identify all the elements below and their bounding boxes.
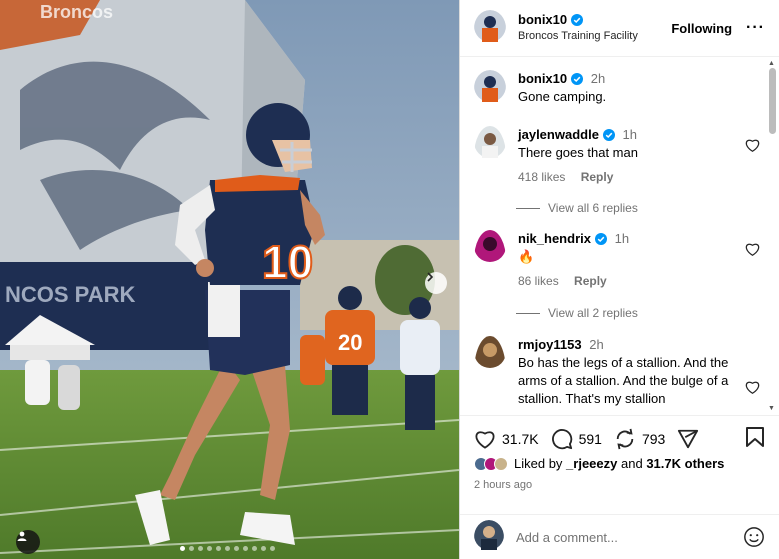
user-tag-button[interactable] — [16, 530, 40, 554]
photo-scene: Broncos NCOS PARK 20 10 — [0, 0, 459, 559]
liked-by-and: and — [621, 456, 643, 471]
like-button[interactable]: 31.7K — [474, 429, 539, 449]
pagination-dot — [216, 546, 221, 551]
reply-button[interactable]: Reply — [581, 170, 614, 184]
verified-icon — [571, 73, 584, 85]
pagination-dot — [243, 546, 248, 551]
comment-item: rmjoy1153 2h Bo has the legs of a stalli… — [474, 336, 760, 408]
verified-icon — [602, 129, 615, 141]
photo-pagination-dots — [180, 546, 275, 551]
pagination-dot — [198, 546, 203, 551]
commenter-username[interactable]: nik_hendrix — [518, 230, 607, 248]
heart-icon[interactable] — [745, 380, 760, 394]
caption-text: Gone camping. — [518, 89, 607, 104]
author-avatar[interactable] — [474, 9, 506, 47]
comment-item: jaylenwaddle 1h There goes that man 418 … — [474, 126, 760, 186]
comment-time: 1h — [614, 231, 630, 246]
save-button[interactable] — [745, 426, 765, 453]
share-icon — [678, 429, 699, 449]
author-username[interactable]: bonix10 — [518, 12, 584, 28]
add-comment-bar — [460, 514, 779, 559]
share-button[interactable] — [677, 428, 699, 450]
commenter-avatar[interactable] — [474, 336, 506, 408]
more-options-button[interactable]: ··· — [746, 19, 765, 37]
action-bar: 31.7K 591 793 Liked by _rjeeezy and 31.7… — [460, 415, 779, 491]
view-replies-button[interactable]: View all 6 replies — [516, 201, 638, 215]
comments-list: bonix10 2h Gone camping. jaylenwaddle 1h… — [460, 58, 764, 414]
next-photo-button[interactable] — [425, 272, 447, 294]
repost-icon — [616, 428, 634, 450]
heart-icon[interactable] — [745, 242, 760, 256]
post-location[interactable]: Broncos Training Facility — [518, 28, 671, 44]
pagination-dot — [234, 546, 239, 551]
commenter-avatar[interactable] — [474, 126, 506, 186]
post-photo[interactable]: Broncos NCOS PARK 20 10 — [0, 0, 459, 559]
commenter-avatar[interactable] — [474, 230, 506, 290]
repost-button[interactable]: 793 — [614, 428, 665, 450]
comments-scrollbar[interactable]: ▲ ▼ — [767, 58, 777, 414]
avatar — [494, 456, 508, 471]
svg-text:20: 20 — [338, 330, 362, 355]
caption-username[interactable]: bonix10 — [518, 70, 584, 88]
svg-text:Broncos: Broncos — [40, 2, 113, 22]
heart-icon[interactable] — [745, 138, 760, 152]
pagination-dot — [225, 546, 230, 551]
post-detail-panel: bonix10 Broncos Training Facility Follow… — [459, 0, 779, 559]
liked-by-row: Liked by _rjeeezy and 31.7K others — [460, 456, 779, 471]
caption-time: 2h — [590, 71, 606, 86]
commenter-username[interactable]: jaylenwaddle — [518, 126, 615, 144]
pagination-dot — [261, 546, 266, 551]
verified-icon — [594, 233, 607, 245]
pagination-dot — [252, 546, 257, 551]
comment-button[interactable]: 591 — [551, 428, 602, 450]
bookmark-icon — [746, 426, 764, 447]
scrollbar-thumb[interactable] — [769, 68, 776, 134]
comment-text: There goes that man — [518, 145, 638, 160]
like-count: 31.7K — [502, 431, 539, 447]
post-time[interactable]: 2 hours ago — [460, 479, 779, 491]
current-user-avatar — [474, 519, 504, 555]
scroll-up-icon[interactable]: ▲ — [768, 60, 775, 67]
liked-by-user[interactable]: _rjeeezy — [566, 456, 617, 471]
comment-text: 🔥 — [518, 249, 535, 264]
caption-avatar[interactable] — [474, 70, 506, 107]
svg-text:NCOS PARK: NCOS PARK — [5, 282, 135, 307]
view-replies-button[interactable]: View all 2 replies — [516, 306, 638, 320]
comment-time: 1h — [622, 127, 638, 142]
user-tag-icon — [17, 531, 27, 541]
pagination-dot — [189, 546, 194, 551]
comment-count: 591 — [578, 431, 602, 447]
liked-by-avatars — [474, 456, 508, 471]
emoji-icon[interactable] — [743, 526, 765, 548]
following-button[interactable]: Following — [671, 21, 732, 36]
next-arrow-icon — [427, 272, 434, 282]
scroll-down-icon[interactable]: ▼ — [768, 405, 775, 412]
comment-item: nik_hendrix 1h 🔥 86 likes Reply — [474, 230, 760, 290]
comment-input[interactable] — [516, 529, 743, 545]
comment-likes[interactable]: 418 likes — [518, 170, 565, 184]
comment-time: 2h — [589, 337, 604, 352]
caption: bonix10 2h Gone camping. — [474, 70, 760, 107]
comment-text: Bo has the legs of a stallion. And the a… — [518, 355, 729, 406]
jersey-number: 10 — [262, 236, 313, 288]
pagination-dot — [207, 546, 212, 551]
verified-icon — [571, 14, 584, 26]
repost-count: 793 — [641, 431, 666, 447]
post-header: bonix10 Broncos Training Facility Follow… — [460, 0, 779, 57]
pagination-dot — [180, 546, 185, 551]
liked-by-others[interactable]: 31.7K others — [646, 456, 724, 471]
comment-icon — [551, 429, 572, 450]
comment-likes[interactable]: 86 likes — [518, 274, 559, 288]
heart-icon — [475, 431, 495, 449]
pagination-dot — [270, 546, 275, 551]
liked-by-prefix: Liked by — [514, 456, 563, 471]
commenter-username[interactable]: rmjoy1153 — [518, 336, 582, 354]
reply-button[interactable]: Reply — [574, 274, 607, 288]
